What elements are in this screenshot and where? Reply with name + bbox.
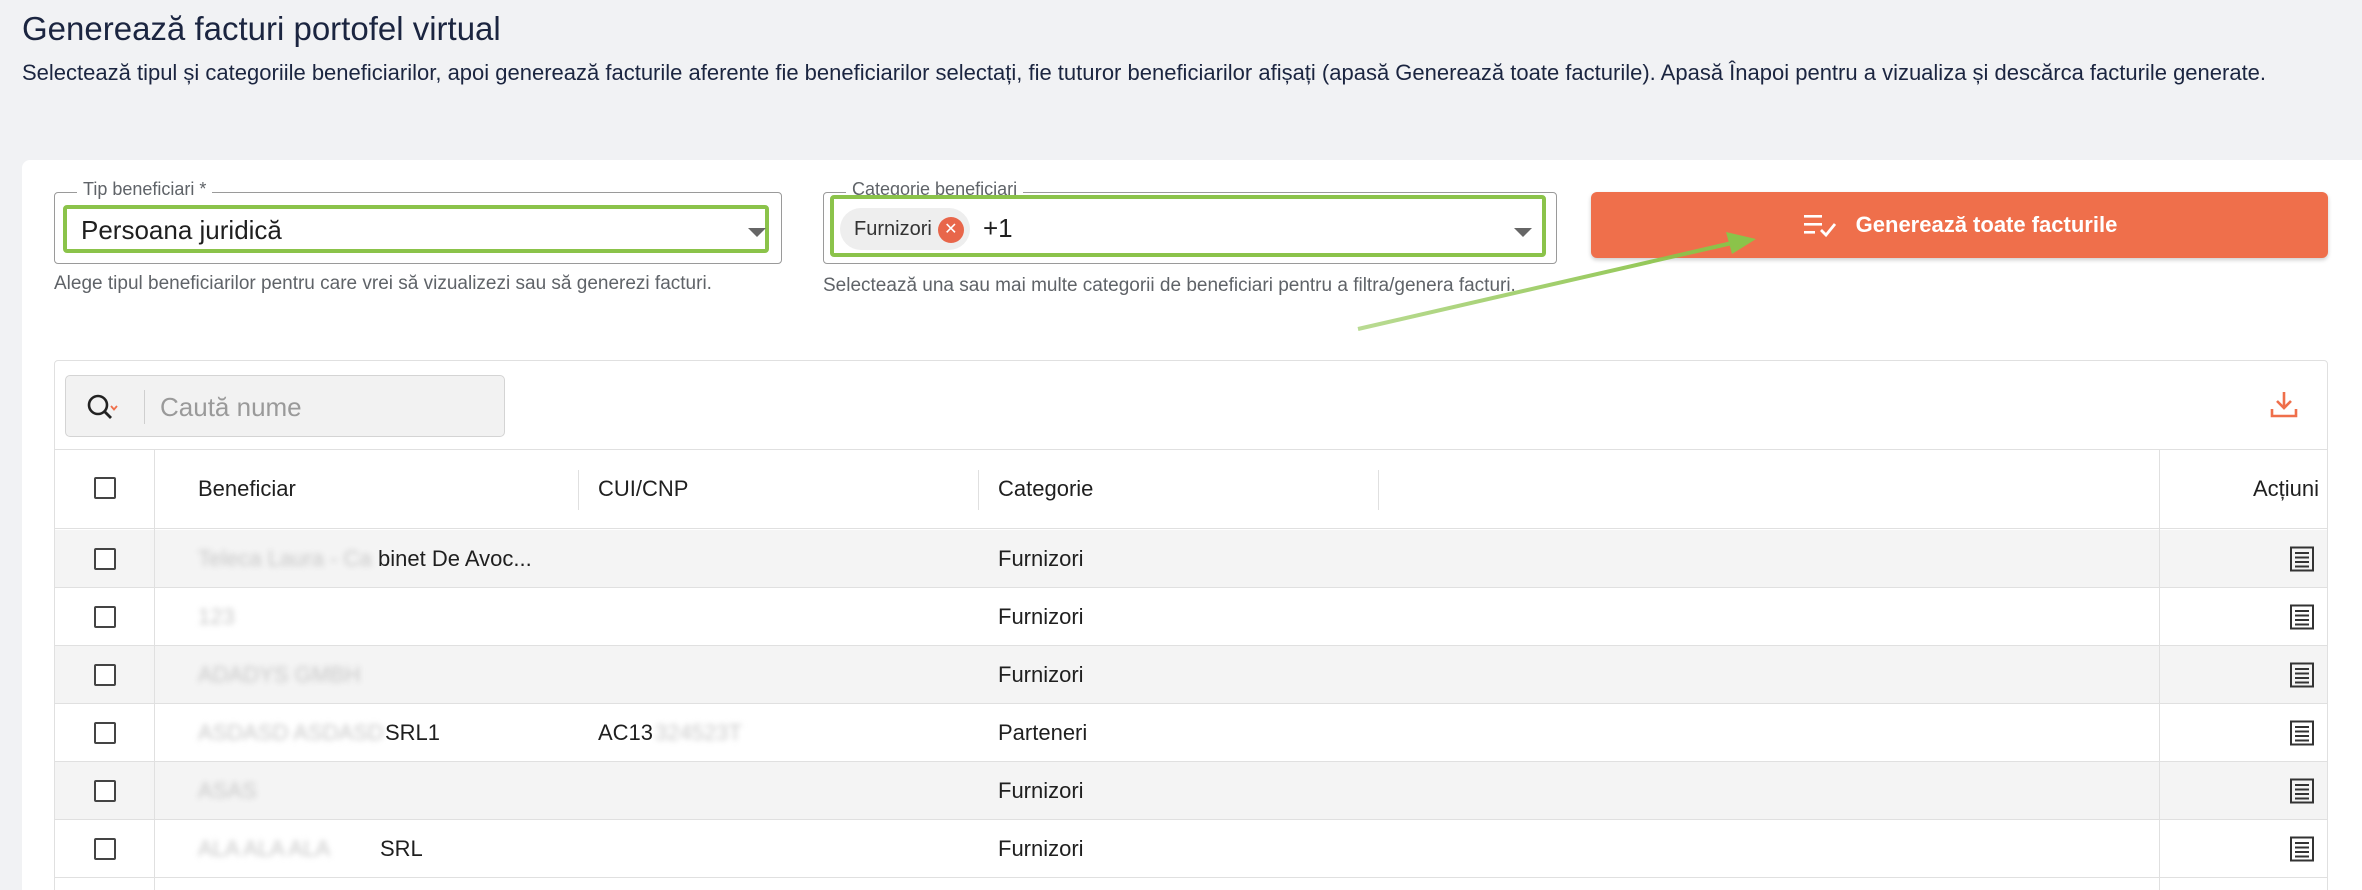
table-row[interactable]: ADADYS GMBH Furnizori — [55, 646, 2327, 704]
page-title: Generează facturi portofel virtual — [22, 10, 501, 47]
column-divider[interactable] — [578, 470, 579, 510]
page-description: Selectează tipul și categoriile benefici… — [22, 60, 2267, 85]
generate-all-label: Generează toate facturile — [1855, 212, 2118, 237]
column-divider[interactable] — [978, 470, 979, 510]
beneficiar-name-redacted: ASDASD ASDASD — [198, 720, 384, 745]
beneficiaries-table: Beneficiar CUI/CNP Categorie Acțiuni Tel… — [54, 360, 2328, 890]
categorie-beneficiari-select[interactable]: Categorie beneficiari Furnizori ✕ +1 — [823, 179, 1557, 264]
beneficiar-name-redacted: 123 — [198, 604, 235, 629]
search-divider — [144, 390, 145, 424]
categorie-value: Furnizori — [998, 778, 1084, 803]
invoice-icon[interactable] — [2289, 720, 2315, 746]
row-checkbox[interactable] — [94, 548, 116, 570]
category-chip[interactable]: Furnizori ✕ — [840, 208, 970, 250]
dropdown-arrow-icon[interactable] — [748, 228, 766, 237]
header-beneficiar[interactable]: Beneficiar — [198, 476, 296, 502]
categorie-beneficiari-helper: Selectează una sau mai multe categorii d… — [823, 275, 1516, 296]
table-row[interactable]: Teleca Laura - Ca binet De Avoc... Furnizo… — [55, 530, 2327, 588]
row-checkbox[interactable] — [94, 722, 116, 744]
beneficiar-name-redacted: ASAS — [198, 778, 257, 803]
invoice-icon[interactable] — [2289, 662, 2315, 688]
categorie-value: Furnizori — [998, 604, 1084, 629]
row-checkbox[interactable] — [94, 606, 116, 628]
beneficiar-name-redacted: ADADYS GMBH — [198, 662, 361, 687]
header-categorie[interactable]: Categorie — [998, 476, 1093, 502]
beneficiar-name-redacted: Teleca Laura - Ca — [198, 546, 372, 571]
row-checkbox[interactable] — [94, 664, 116, 686]
table-row[interactable]: ASDASD ASDASD SRL1 AC13 324523T Parteneri — [55, 704, 2327, 762]
row-checkbox[interactable] — [94, 780, 116, 802]
cui-cnp-redacted: 324523T — [655, 720, 742, 745]
categorie-value: Furnizori — [998, 836, 1084, 861]
checkbox-column-border — [154, 449, 155, 890]
tip-beneficiari-value: Persoana juridică — [81, 215, 282, 245]
search-box[interactable] — [65, 375, 505, 437]
invoice-icon[interactable] — [2289, 836, 2315, 862]
row-checkbox[interactable] — [94, 838, 116, 860]
invoice-icon[interactable] — [2289, 778, 2315, 804]
table-header: Beneficiar CUI/CNP Categorie Acțiuni — [55, 449, 2327, 529]
search-icon[interactable] — [86, 392, 118, 424]
beneficiar-name-redacted: ALA ALA ALA — [198, 836, 331, 861]
search-input[interactable] — [160, 390, 480, 424]
tip-beneficiari-label: Tip beneficiari * — [77, 179, 213, 200]
table-row[interactable]: 123 Furnizori — [55, 588, 2327, 646]
list-check-icon — [1803, 215, 1836, 238]
categorie-value: Furnizori — [998, 662, 1084, 687]
download-icon[interactable] — [2269, 389, 2299, 419]
main-card: Tip beneficiari * Persoana juridică Aleg… — [22, 160, 2362, 890]
table-row[interactable]: ALA ALA ALA SRL Furnizori — [55, 820, 2327, 878]
tip-beneficiari-helper: Alege tipul beneficiarilor pentru care v… — [54, 273, 712, 294]
header-actiuni: Acțiuni — [2253, 476, 2320, 501]
invoice-icon[interactable] — [2289, 546, 2315, 572]
beneficiar-name: SRL — [380, 836, 423, 861]
close-circle-icon[interactable]: ✕ — [937, 217, 964, 243]
categorie-value: Furnizori — [998, 546, 1084, 571]
beneficiar-name: binet De Avoc... — [378, 546, 532, 571]
actions-column-border — [2159, 449, 2160, 890]
dropdown-arrow-icon[interactable] — [1514, 228, 1532, 237]
cui-cnp-value: AC13 — [598, 720, 654, 745]
category-chip-label: Furnizori — [854, 217, 932, 240]
select-all-checkbox[interactable] — [94, 477, 116, 499]
invoice-icon[interactable] — [2289, 604, 2315, 630]
column-divider[interactable] — [1378, 470, 1379, 510]
beneficiar-name: SRL1 — [385, 720, 441, 745]
generate-all-invoices-button[interactable]: Generează toate facturile — [1591, 192, 2328, 258]
tip-beneficiari-select[interactable]: Tip beneficiari * Persoana juridică — [54, 179, 782, 264]
categorie-value: Parteneri — [998, 720, 1088, 745]
table-row[interactable]: ASAS Furnizori — [55, 762, 2327, 820]
header-cui-cnp[interactable]: CUI/CNP — [598, 476, 688, 502]
more-categories-count: +1 — [983, 213, 1013, 243]
